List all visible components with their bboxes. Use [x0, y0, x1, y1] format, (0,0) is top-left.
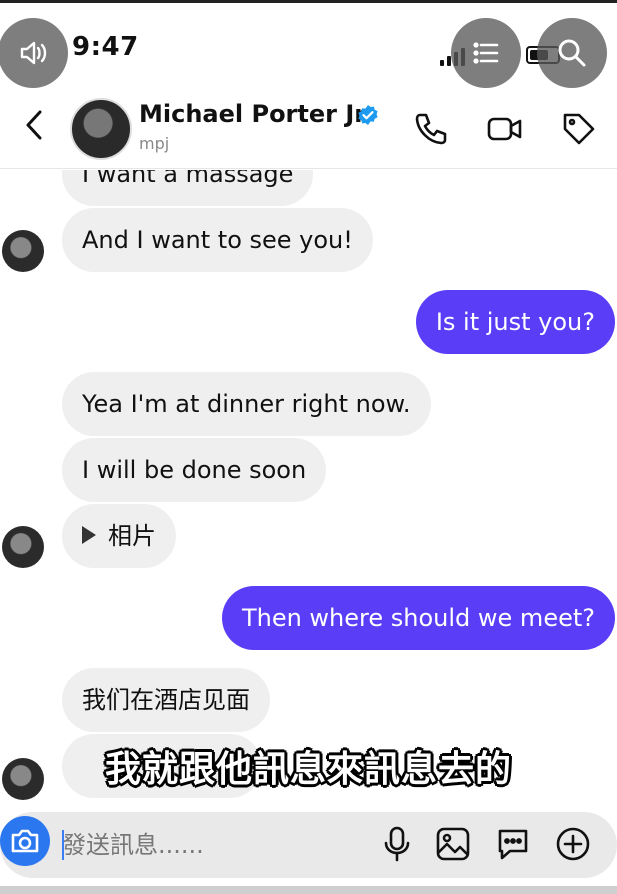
camera-icon	[11, 829, 39, 853]
status-bar: 9:47	[0, 8, 617, 88]
camera-button[interactable]	[0, 816, 50, 866]
contact-avatar[interactable]	[70, 98, 132, 160]
video-subtitle: 我就跟他訊息來訊息去的	[104, 748, 512, 790]
list-icon[interactable]	[451, 18, 521, 88]
tag-icon[interactable]	[560, 110, 598, 148]
microphone-icon[interactable]	[378, 825, 416, 863]
sticker-icon[interactable]	[494, 825, 532, 863]
volume-icon[interactable]	[0, 18, 68, 88]
sender-avatar[interactable]	[2, 230, 44, 272]
bottom-edge	[0, 886, 617, 894]
sender-avatar[interactable]	[2, 526, 44, 568]
video-icon[interactable]	[486, 110, 524, 148]
photo-message-label: 相片	[108, 522, 156, 550]
verified-badge-icon	[358, 105, 378, 125]
chat-header: Michael Porter Jr. mpj	[0, 90, 617, 168]
text-caret	[62, 830, 64, 860]
message-incoming[interactable]: Yea I'm at dinner right now.	[62, 372, 431, 436]
search-icon[interactable]	[537, 18, 607, 88]
message-incoming[interactable]: I will be done soon	[62, 438, 327, 502]
contact-username: mpj	[139, 134, 170, 153]
header-divider	[0, 168, 617, 169]
play-icon	[82, 526, 96, 544]
phone-icon[interactable]	[412, 110, 450, 148]
status-time: 9:47	[72, 32, 139, 62]
back-icon[interactable]	[18, 108, 52, 142]
image-icon[interactable]	[434, 825, 472, 863]
message-incoming[interactable]: And I want to see you!	[62, 208, 373, 272]
contact-name[interactable]: Michael Porter Jr.	[139, 100, 372, 128]
message-input[interactable]	[62, 828, 362, 862]
top-edge	[0, 0, 617, 3]
photo-message[interactable]: 相片	[62, 504, 176, 568]
message-incoming[interactable]: 我们在酒店见面	[62, 668, 270, 732]
plus-icon[interactable]	[554, 825, 592, 863]
message-outgoing[interactable]: Then where should we meet?	[221, 586, 615, 650]
message-outgoing[interactable]: Is it just you?	[415, 290, 615, 354]
